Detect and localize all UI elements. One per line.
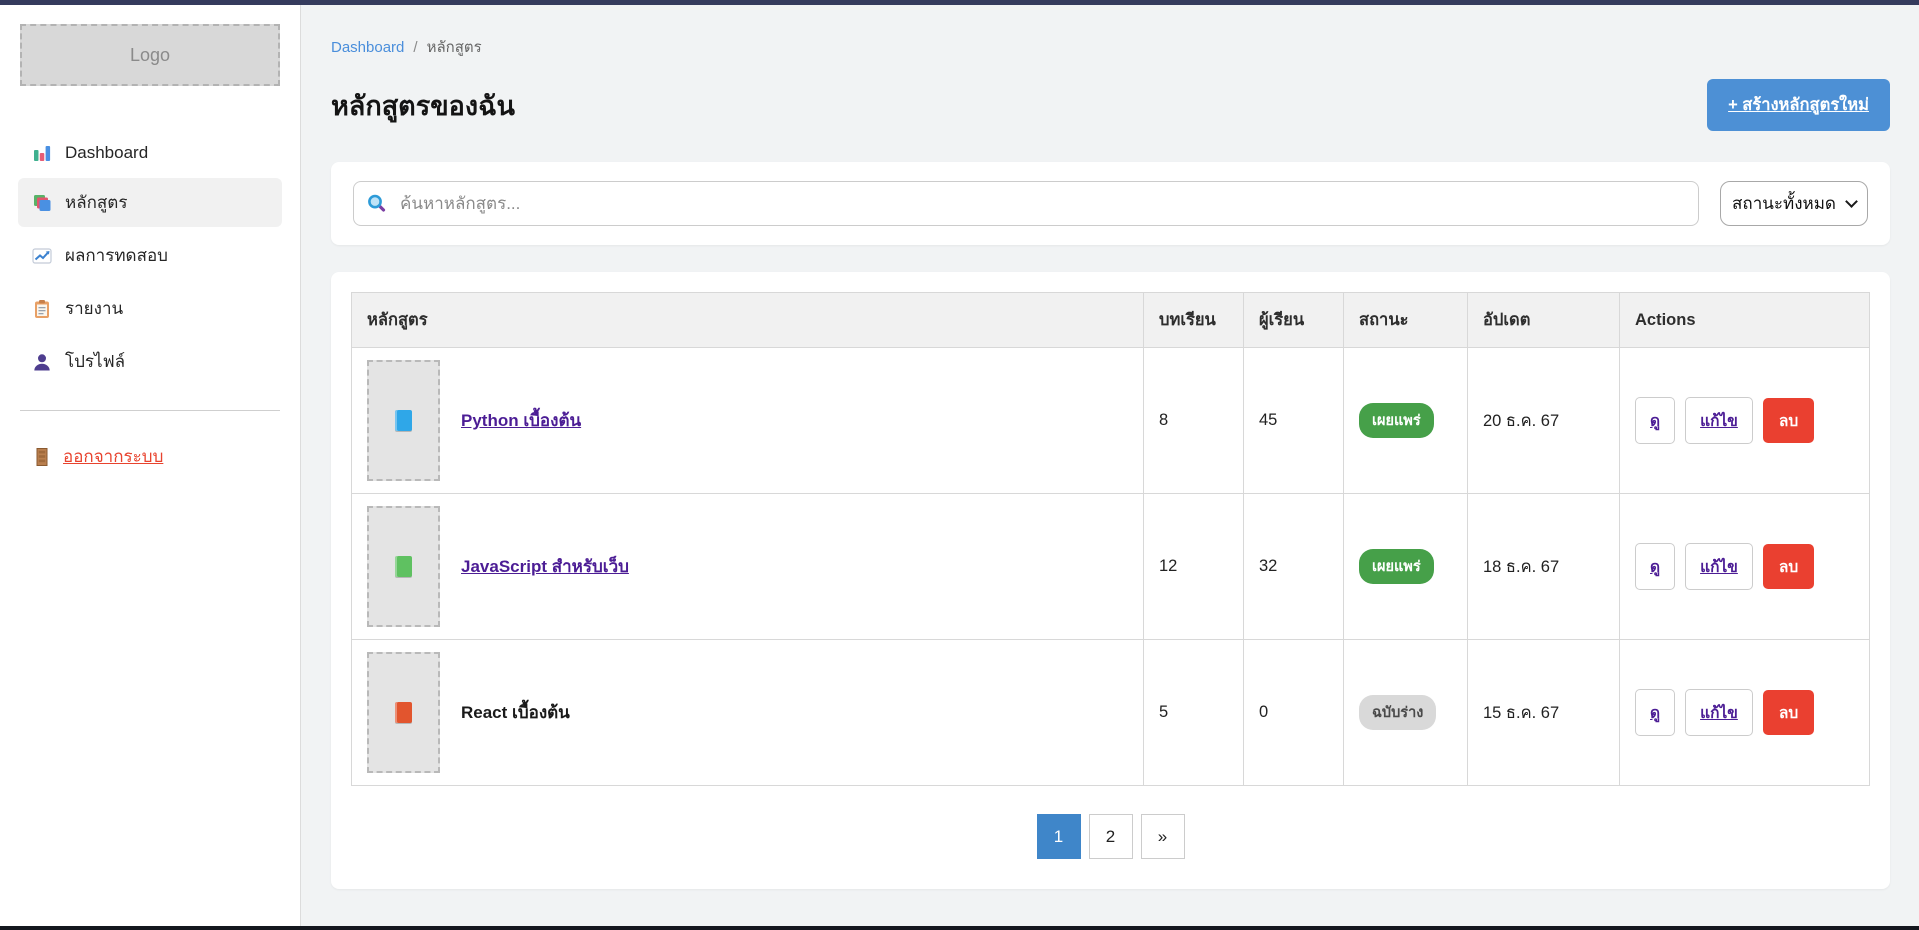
- edit-button[interactable]: แก้ไข: [1685, 397, 1753, 444]
- pagination-page-2[interactable]: 2: [1089, 814, 1133, 859]
- edit-button[interactable]: แก้ไข: [1685, 543, 1753, 590]
- filters-card: สถานะทั้งหมด: [331, 162, 1890, 245]
- updated-date: 20 ธ.ค. 67: [1468, 348, 1620, 494]
- sidebar-item-dashboard[interactable]: Dashboard: [18, 132, 282, 174]
- delete-button[interactable]: ลบ: [1763, 544, 1814, 589]
- column-header-updated: อัปเดต: [1468, 293, 1620, 348]
- page-title: หลักสูตรของฉัน: [331, 84, 515, 127]
- lessons-count: 12: [1144, 494, 1244, 640]
- door-icon: [32, 447, 52, 467]
- search-field-wrap: [353, 181, 1699, 226]
- students-count: 45: [1244, 348, 1344, 494]
- course-title-link[interactable]: JavaScript สำหรับเว็บ: [461, 553, 629, 580]
- updated-date: 15 ธ.ค. 67: [1468, 640, 1620, 786]
- sidebar-item-label: หลักสูตร: [65, 189, 127, 216]
- lessons-count: 5: [1144, 640, 1244, 786]
- row-actions: ดู แก้ไข ลบ: [1635, 543, 1854, 590]
- line-chart-icon: [32, 246, 52, 266]
- course-title-link[interactable]: Python เบื้องต้น: [461, 407, 581, 434]
- blue-book-icon: [395, 410, 412, 431]
- main-content: Dashboard / หลักสูตร หลักสูตรของฉัน + สร้า…: [301, 5, 1919, 926]
- bar-chart-icon: [32, 143, 52, 163]
- status-filter-value: สถานะทั้งหมด: [1732, 190, 1836, 217]
- table-header-row: หลักสูตร บทเรียน ผู้เรียน สถานะ อัปเดต A…: [352, 293, 1870, 348]
- sidebar-item-courses[interactable]: หลักสูตร: [18, 178, 282, 227]
- search-input[interactable]: [353, 181, 1699, 226]
- lessons-count: 8: [1144, 348, 1244, 494]
- courses-table: หลักสูตร บทเรียน ผู้เรียน สถานะ อัปเดต A…: [351, 292, 1870, 786]
- breadcrumb-separator: /: [413, 39, 417, 56]
- sidebar-item-label: Dashboard: [65, 143, 148, 163]
- course-thumbnail: [367, 652, 440, 773]
- breadcrumb: Dashboard / หลักสูตร: [331, 35, 1890, 59]
- pagination-next-button[interactable]: »: [1141, 814, 1185, 859]
- course-cell: React เบื้องต้น: [367, 652, 1128, 773]
- column-header-students: ผู้เรียน: [1244, 293, 1344, 348]
- students-count: 0: [1244, 640, 1344, 786]
- chevron-down-icon: [1845, 195, 1858, 208]
- column-header-course: หลักสูตร: [352, 293, 1144, 348]
- students-count: 32: [1244, 494, 1344, 640]
- page-header: หลักสูตรของฉัน + สร้างหลักสูตรใหม่: [331, 79, 1890, 131]
- view-button[interactable]: ดู: [1635, 543, 1675, 590]
- column-header-actions: Actions: [1620, 293, 1870, 348]
- sidebar-divider: [20, 410, 280, 411]
- clipboard-icon: [32, 299, 52, 319]
- updated-date: 18 ธ.ค. 67: [1468, 494, 1620, 640]
- sidebar: Logo Dashboard หลักสูตร ผลการทดสอบ: [0, 5, 301, 926]
- table-row: React เบื้องต้น 5 0 ฉบับร่าง 15 ธ.ค. 67 …: [352, 640, 1870, 786]
- sidebar-item-profile[interactable]: โปรไฟล์: [18, 337, 282, 386]
- green-book-icon: [395, 556, 412, 577]
- status-badge: เผยแพร่: [1359, 403, 1434, 438]
- edit-button[interactable]: แก้ไข: [1685, 689, 1753, 736]
- app-layout: Logo Dashboard หลักสูตร ผลการทดสอบ: [0, 5, 1919, 926]
- column-header-status: สถานะ: [1344, 293, 1468, 348]
- window-bottom-bar: [0, 926, 1919, 930]
- logout-link[interactable]: ออกจากระบบ: [18, 435, 282, 478]
- view-button[interactable]: ดู: [1635, 689, 1675, 736]
- row-actions: ดู แก้ไข ลบ: [1635, 689, 1854, 736]
- create-course-button[interactable]: + สร้างหลักสูตรใหม่: [1707, 79, 1890, 131]
- sidebar-item-test-results[interactable]: ผลการทดสอบ: [18, 231, 282, 280]
- pagination: 1 2 »: [351, 814, 1870, 859]
- breadcrumb-current: หลักสูตร: [427, 39, 482, 56]
- table-row: Python เบื้องต้น 8 45 เผยแพร่ 20 ธ.ค. 67…: [352, 348, 1870, 494]
- view-button[interactable]: ดู: [1635, 397, 1675, 444]
- logout-label: ออกจากระบบ: [63, 443, 163, 470]
- search-icon: [366, 193, 387, 214]
- course-cell: JavaScript สำหรับเว็บ: [367, 506, 1128, 627]
- sidebar-item-reports[interactable]: รายงาน: [18, 284, 282, 333]
- courses-table-card: หลักสูตร บทเรียน ผู้เรียน สถานะ อัปเดต A…: [331, 272, 1890, 889]
- sidebar-item-label: ผลการทดสอบ: [65, 242, 168, 269]
- books-icon: [32, 193, 52, 213]
- table-row: JavaScript สำหรับเว็บ 12 32 เผยแพร่ 18 ธ…: [352, 494, 1870, 640]
- person-icon: [32, 352, 52, 372]
- pagination-page-1[interactable]: 1: [1037, 814, 1081, 859]
- row-actions: ดู แก้ไข ลบ: [1635, 397, 1854, 444]
- orange-book-icon: [395, 702, 412, 723]
- logo-text: Logo: [130, 45, 170, 66]
- course-title: React เบื้องต้น: [461, 699, 570, 726]
- sidebar-item-label: โปรไฟล์: [65, 348, 125, 375]
- status-badge: ฉบับร่าง: [1359, 695, 1436, 730]
- sidebar-nav: Dashboard หลักสูตร ผลการทดสอบ รายงาน: [18, 132, 282, 386]
- breadcrumb-dashboard-link[interactable]: Dashboard: [331, 39, 404, 56]
- status-filter-select[interactable]: สถานะทั้งหมด: [1720, 181, 1868, 226]
- course-thumbnail: [367, 360, 440, 481]
- status-badge: เผยแพร่: [1359, 549, 1434, 584]
- course-thumbnail: [367, 506, 440, 627]
- sidebar-item-label: รายงาน: [65, 295, 123, 322]
- logo-placeholder: Logo: [20, 24, 280, 86]
- course-cell: Python เบื้องต้น: [367, 360, 1128, 481]
- delete-button[interactable]: ลบ: [1763, 398, 1814, 443]
- column-header-lessons: บทเรียน: [1144, 293, 1244, 348]
- delete-button[interactable]: ลบ: [1763, 690, 1814, 735]
